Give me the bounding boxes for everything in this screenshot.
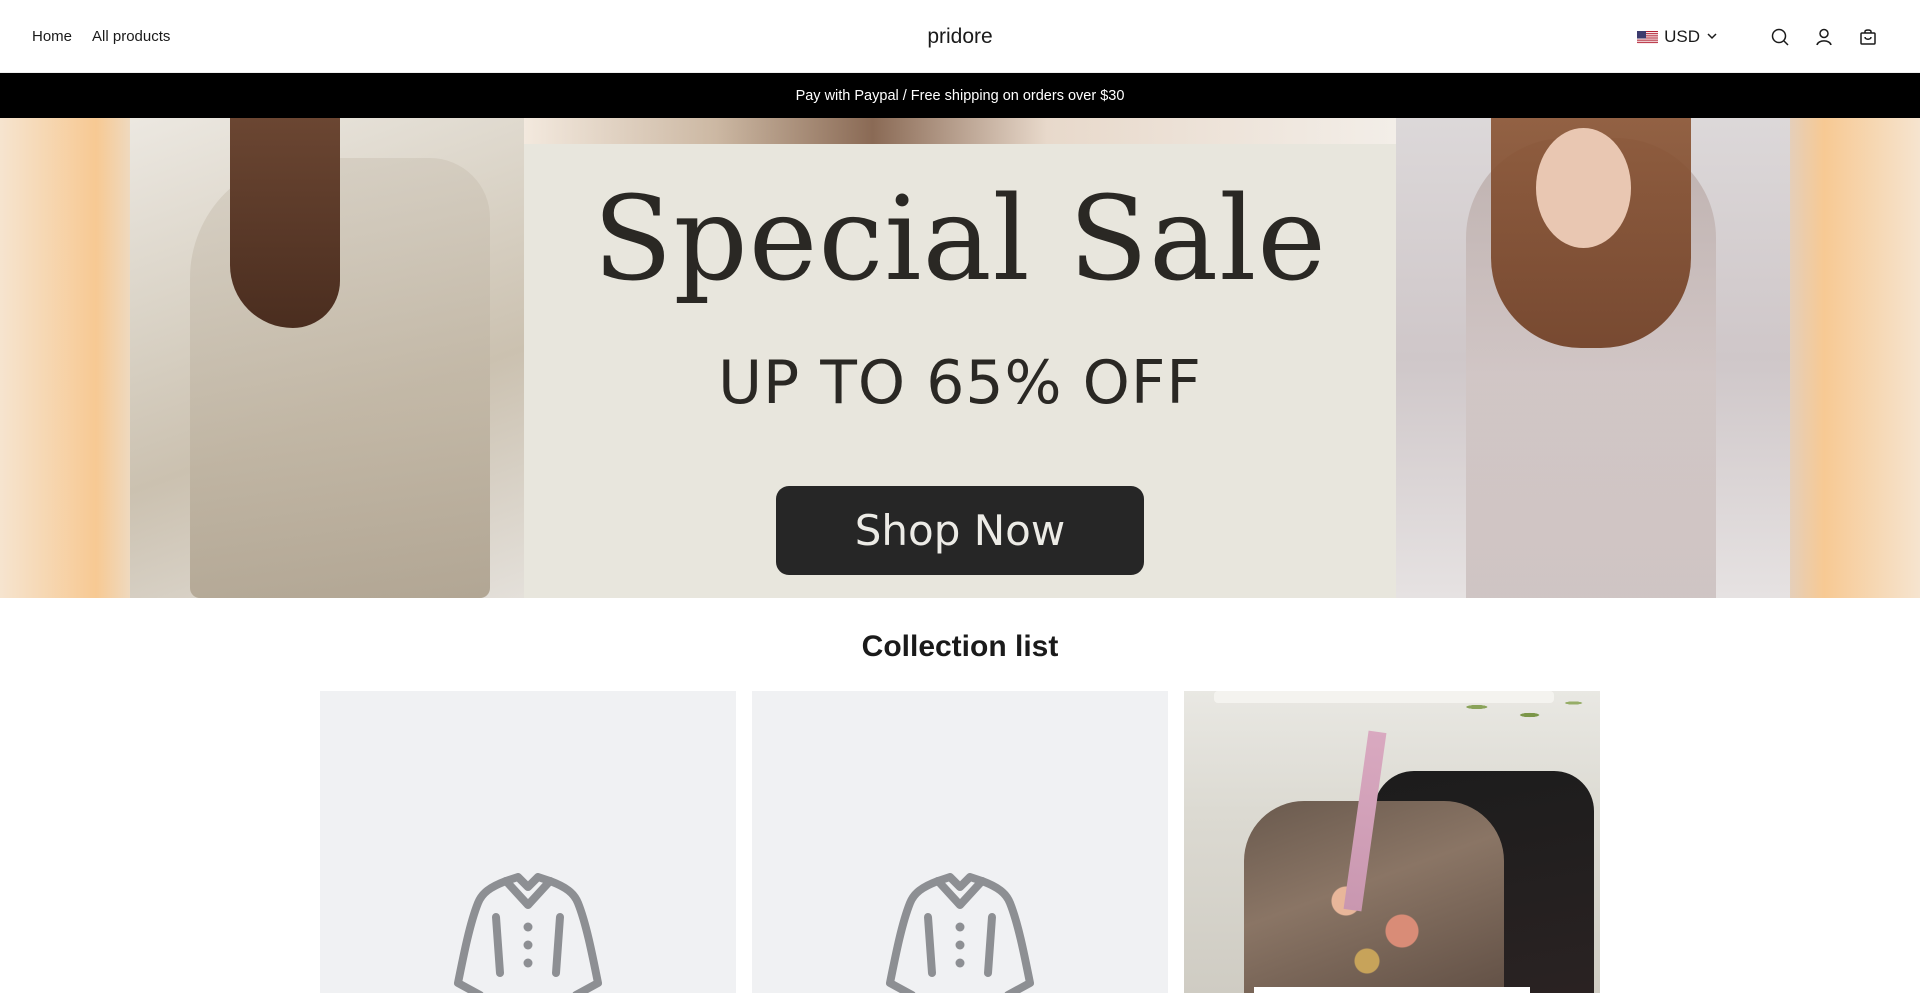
hero-sale-panel: Special Sale UP TO 65% OFF Shop Now [524, 144, 1396, 598]
hero-subtitle: UP TO 65% OFF [718, 348, 1202, 418]
collection-card[interactable] [320, 691, 736, 993]
us-flag-icon [1637, 30, 1659, 44]
hero-title: Special Sale [593, 172, 1327, 307]
currency-code: USD [1664, 26, 1700, 46]
site-header: Home All products pridore USD [0, 0, 1920, 73]
hero-model-left-image [130, 118, 524, 598]
collection-card[interactable] [752, 691, 1168, 993]
currency-selector[interactable]: USD [1637, 27, 1718, 47]
collection-card[interactable] [1184, 691, 1600, 993]
hero-banner[interactable]: Special Sale UP TO 65% OFF Shop Now [0, 118, 1920, 598]
announcement-bar: Pay with Paypal / Free shipping on order… [0, 73, 1920, 118]
collection-list-title: Collection list [861, 630, 1059, 663]
hero-top-strip-image [524, 118, 1396, 144]
shirt-icon [886, 873, 1034, 993]
search-icon[interactable] [1768, 25, 1792, 49]
announcement-text: Pay with Paypal / Free shipping on order… [795, 87, 1125, 104]
shop-now-button[interactable]: Shop Now [776, 486, 1144, 575]
account-icon[interactable] [1812, 25, 1836, 49]
nav-link-home[interactable]: Home [32, 28, 72, 45]
main-nav: Home All products [32, 0, 170, 73]
chevron-down-icon [1706, 27, 1718, 47]
header-actions: USD [1637, 0, 1880, 73]
shirt-icon [454, 873, 602, 993]
nav-link-all-products[interactable]: All products [92, 28, 170, 45]
brand-logo-wrap: pridore [0, 0, 1920, 73]
cart-icon[interactable] [1856, 25, 1880, 49]
brand-logo[interactable]: pridore [927, 25, 992, 49]
hero-model-right-image [1396, 118, 1790, 598]
